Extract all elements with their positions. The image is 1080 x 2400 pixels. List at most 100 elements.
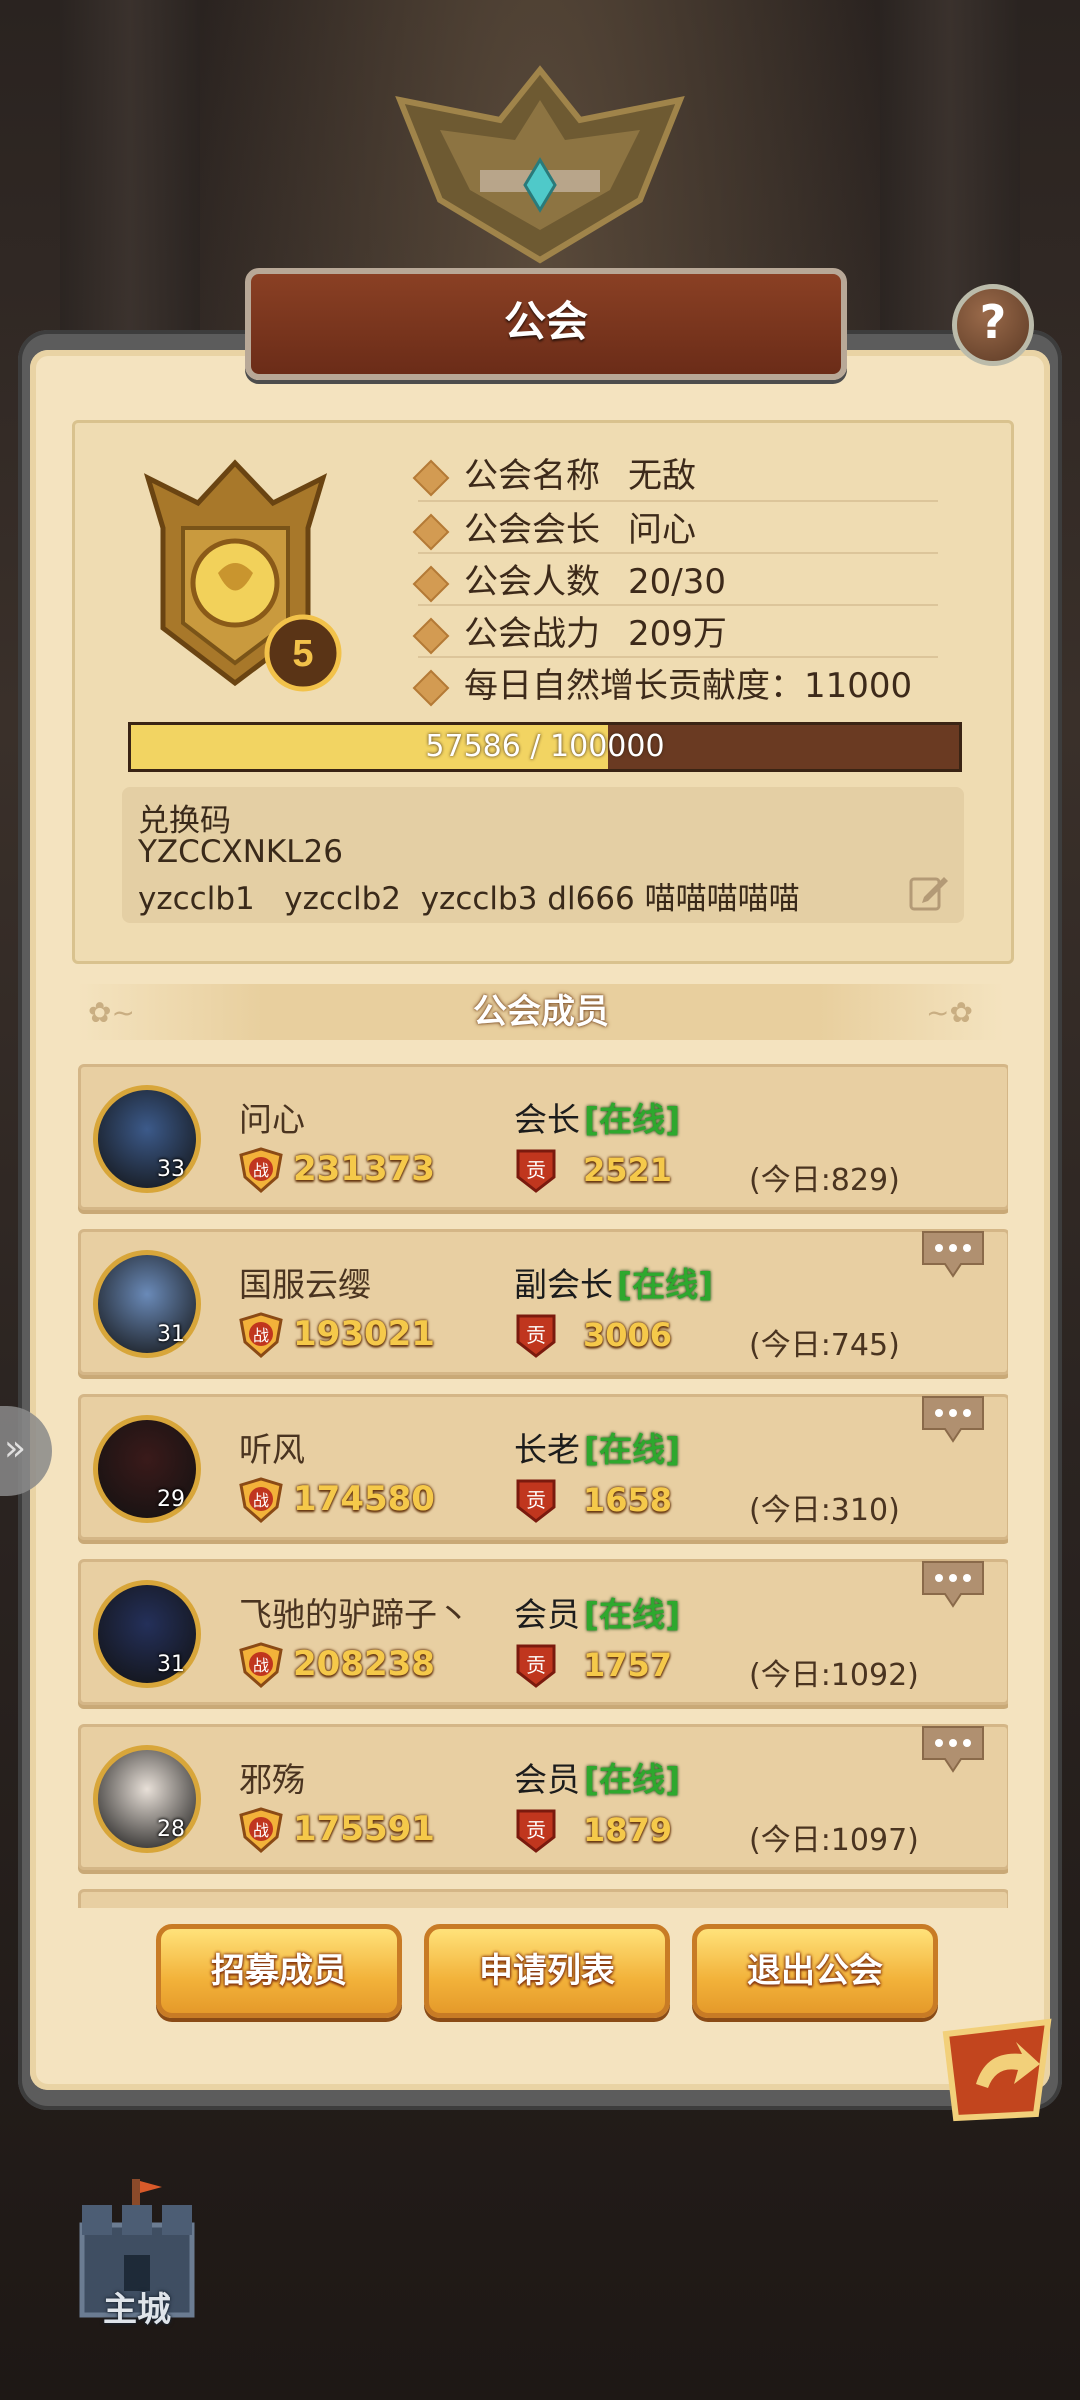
member-today-contribution: (今日:310): [749, 1493, 900, 1528]
contrib-icon-glyph: 贡: [526, 1160, 546, 1182]
diamond-bullet-icon: [412, 513, 450, 550]
combat-power-icon: 战: [239, 1147, 283, 1193]
guild-notice-box: 兑换码 YZCCXNKL26 yzcclb1 yzcclb2 yzcclb3 d…: [122, 787, 964, 923]
member-power: 231373: [293, 1149, 435, 1189]
back-arrow-button[interactable]: [936, 2014, 1058, 2126]
power-icon-glyph: 战: [253, 1327, 269, 1345]
member-name: 飞驰的驴蹄子丶: [239, 1595, 470, 1634]
member-today-contribution: (今日:745): [749, 1328, 900, 1363]
progress-text: 57586 / 100000: [425, 729, 665, 764]
member-contribution: 2521: [583, 1151, 673, 1189]
edit-notice-icon[interactable]: [908, 871, 950, 913]
online-status: [在线]: [584, 1430, 681, 1469]
member-card[interactable]: 29 听风 战 174580 长老 [在线] 贡 1658 (今日:310): [78, 1394, 1008, 1540]
info-label: 公会人数: [464, 562, 600, 602]
member-level: 29: [157, 1487, 185, 1512]
member-card[interactable]: 31 国服云缨 战 193021 副会长 [在线] 贡 3006 (今日:745…: [78, 1229, 1008, 1375]
guild-crest-emblem: [395, 65, 685, 264]
help-button[interactable]: ?: [952, 284, 1034, 366]
contrib-icon-glyph: 贡: [526, 1820, 546, 1842]
guild-exp-progress-bar: 57586 / 100000: [128, 722, 962, 772]
member-power: 175591: [293, 1809, 435, 1849]
diamond-bullet-icon: [412, 669, 450, 706]
member-level: 31: [157, 1652, 185, 1677]
notice-line: yzcclb1 yzcclb2 yzcclb3 dl666 喵喵喵喵喵: [138, 881, 800, 917]
more-options-icon[interactable]: [921, 1230, 985, 1278]
member-contribution: 1757: [583, 1646, 673, 1684]
member-card[interactable]: 31 飞驰的驴蹄子丶 战 208238 会员 [在线] 贡 1757 (今日:1…: [78, 1559, 1008, 1705]
members-header-title: 公会成员: [473, 992, 609, 1032]
member-role: 长老: [514, 1430, 580, 1469]
guild-leader-row: 公会会长 问心: [412, 502, 696, 552]
info-label: 公会战力: [464, 614, 600, 654]
question-mark-icon: ?: [979, 295, 1007, 349]
guild-level-badge-icon: 5: [143, 459, 342, 692]
member-name: 问心: [239, 1100, 305, 1139]
contribution-icon: 贡: [516, 1479, 556, 1523]
member-name: 听风: [239, 1430, 305, 1469]
member-contribution: 1658: [583, 1481, 673, 1519]
guild-level-value: 5: [292, 633, 313, 675]
member-today-contribution: (今日:829): [749, 1163, 900, 1198]
diamond-bullet-icon: [412, 459, 450, 496]
member-contribution: 3006: [583, 1316, 673, 1354]
online-status: [在线]: [584, 1100, 681, 1139]
contribution-icon: 贡: [516, 1809, 556, 1853]
recruit-members-button[interactable]: 招募成员: [156, 1924, 402, 2018]
guild-power-value: 209万: [628, 614, 727, 654]
member-today-contribution: (今日:1092): [749, 1658, 919, 1693]
more-options-icon[interactable]: [921, 1560, 985, 1608]
quit-guild-button[interactable]: 退出公会: [692, 1924, 938, 2018]
guild-leader-value: 问心: [628, 510, 696, 550]
member-contribution: 1879: [583, 1811, 673, 1849]
online-status: [在线]: [584, 1595, 681, 1634]
info-label: 公会会长: [464, 510, 600, 550]
combat-power-icon: 战: [239, 1477, 283, 1523]
application-list-button[interactable]: 申请列表: [424, 1924, 670, 2018]
notice-line: YZCCXNKL26: [138, 834, 343, 870]
member-role: 会员: [514, 1760, 580, 1799]
contrib-icon-glyph: 贡: [526, 1655, 546, 1677]
power-icon-glyph: 战: [253, 1822, 269, 1840]
more-options-icon[interactable]: [921, 1725, 985, 1773]
combat-power-icon: 战: [239, 1642, 283, 1688]
online-status: [在线]: [584, 1760, 681, 1799]
power-icon-glyph: 战: [253, 1492, 269, 1510]
member-power: 174580: [293, 1479, 435, 1519]
contrib-icon-glyph: 贡: [526, 1325, 546, 1347]
guild-power-row: 公会战力 209万: [412, 606, 727, 656]
guild-name-value: 无敌: [628, 456, 696, 496]
member-card[interactable]: 28 邪殇 战 175591 会员 [在线] 贡 1879 (今日:1097): [78, 1724, 1008, 1870]
guild-name-row: 公会名称 无敌: [412, 448, 696, 498]
member-card[interactable]: 33 问心 战 231373 会长 [在线] 贡 2521 (今日:829): [78, 1064, 1008, 1210]
member-level: 31: [157, 1322, 185, 1347]
diamond-bullet-icon: [412, 565, 450, 602]
member-role: 副会长: [514, 1265, 613, 1304]
daily-growth-row: 每日自然增长贡献度：11000: [412, 658, 913, 708]
member-power: 208238: [293, 1644, 435, 1684]
power-icon-glyph: 战: [253, 1657, 269, 1675]
main-city-label: 主城: [103, 2290, 171, 2330]
member-card-partial[interactable]: [78, 1889, 1008, 1908]
diamond-bullet-icon: [412, 617, 450, 654]
contribution-icon: 贡: [516, 1314, 556, 1358]
info-label: 公会名称: [464, 456, 600, 496]
member-level: 33: [157, 1157, 185, 1182]
combat-power-icon: 战: [239, 1807, 283, 1853]
more-options-icon[interactable]: [921, 1395, 985, 1443]
double-chevron-right-icon: »: [4, 1428, 27, 1469]
combat-power-icon: 战: [239, 1312, 283, 1358]
member-role: 会员: [514, 1595, 580, 1634]
power-icon-glyph: 战: [253, 1162, 269, 1180]
daily-growth-text: 每日自然增长贡献度：11000: [464, 666, 913, 706]
online-status: [在线]: [617, 1265, 714, 1304]
member-role: 会长: [514, 1100, 580, 1139]
contribution-icon: 贡: [516, 1644, 556, 1688]
member-power: 193021: [293, 1314, 435, 1354]
guild-members-count-value: 20/30: [628, 562, 726, 602]
guild-members-count-row: 公会人数 20/30: [412, 554, 726, 604]
member-name: 国服云缨: [239, 1265, 371, 1304]
member-name: 邪殇: [239, 1760, 305, 1799]
member-list[interactable]: 33 问心 战 231373 会长 [在线] 贡 2521 (今日:829) 3…: [78, 1064, 1008, 1908]
member-today-contribution: (今日:1097): [749, 1823, 919, 1858]
